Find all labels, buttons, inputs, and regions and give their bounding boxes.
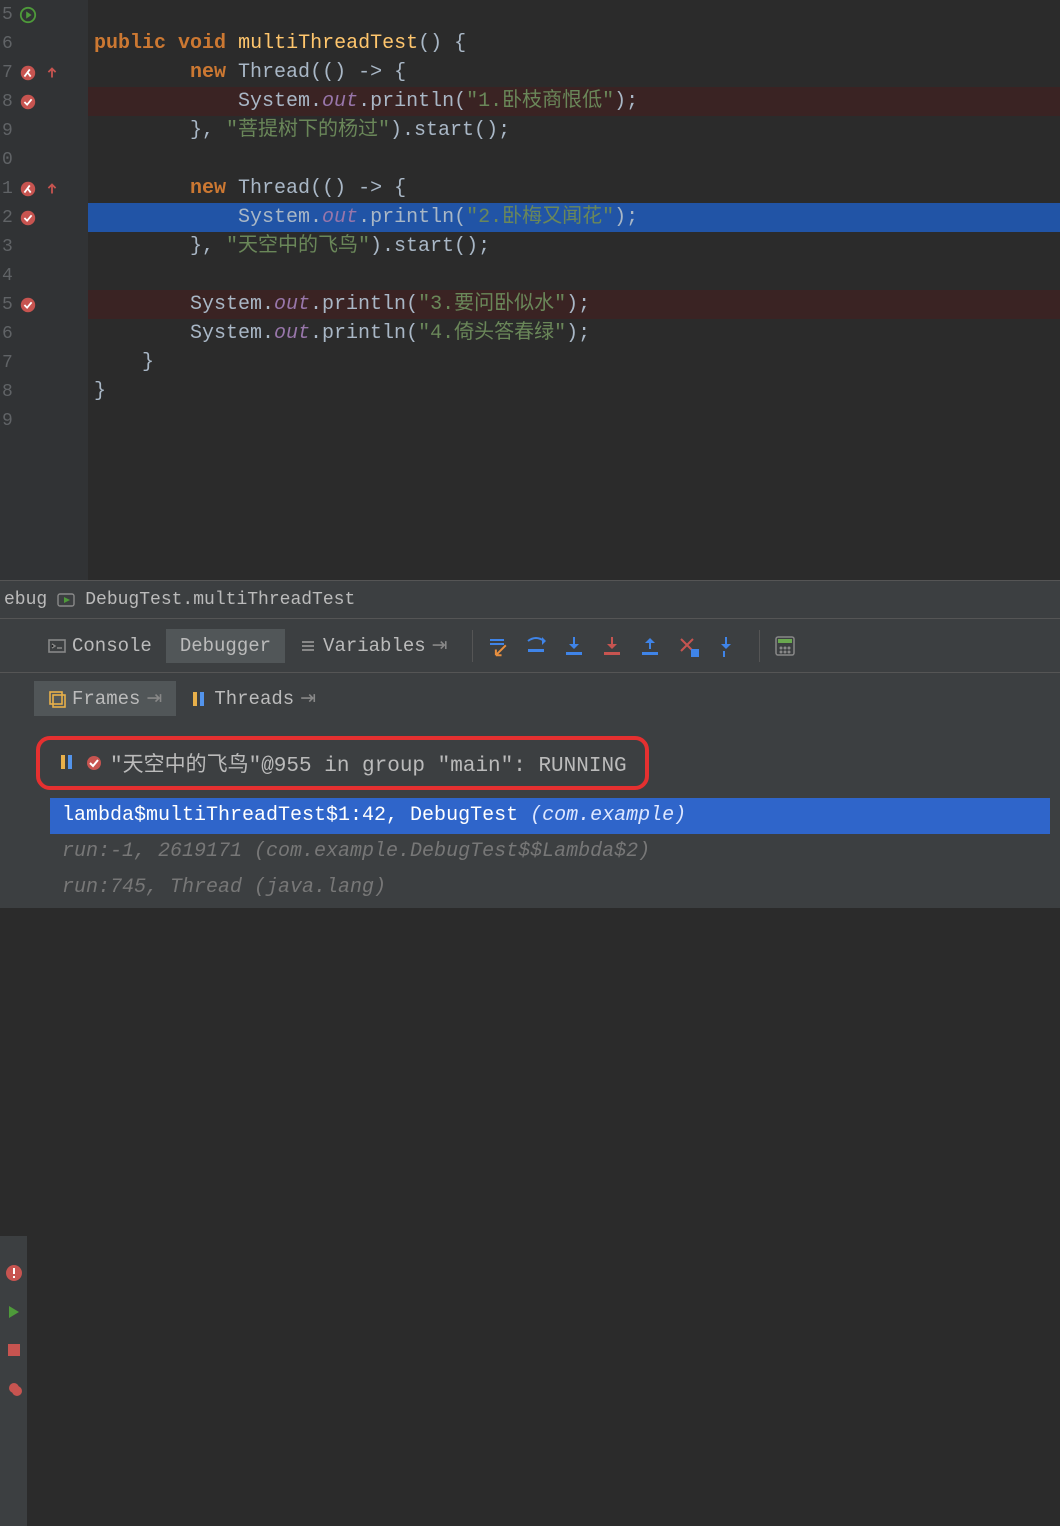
frames-icon (48, 690, 66, 708)
line-num: 5 (2, 295, 13, 315)
warning-icon[interactable] (5, 1264, 23, 1282)
current-thread-label: "天空中的飞鸟"@955 in group "main": RUNNING (110, 748, 627, 778)
pin-icon: ⇥ (146, 687, 162, 710)
tab-variables[interactable]: Variables ⇥ (285, 628, 462, 663)
debug-side-strip (0, 1236, 28, 1526)
code-line: System.out.println("2.卧梅又闻花"); (88, 203, 1060, 232)
code-line: } (88, 377, 1060, 406)
code-line: } (88, 348, 1060, 377)
tab-debugger[interactable]: Debugger (166, 629, 285, 663)
lambda-gutter-icon[interactable] (19, 64, 37, 82)
stop-icon[interactable] (6, 1342, 22, 1358)
view-breakpoints-icon[interactable] (6, 1380, 22, 1396)
up-arrow-icon (43, 180, 61, 198)
pin-icon: ⇥ (300, 687, 316, 710)
code-line: System.out.println("3.要问卧似水"); (88, 290, 1060, 319)
breakpoint-check-icon (86, 755, 102, 771)
up-arrow-icon (43, 64, 61, 82)
step-into-button[interactable] (559, 631, 589, 661)
tab-console[interactable]: Console (34, 629, 166, 663)
debug-titlebar: ebug DebugTest.multiThreadTest (0, 580, 1060, 618)
line-num: 6 (2, 324, 13, 344)
step-out-button[interactable] (635, 631, 665, 661)
evaluate-expression-button[interactable] (770, 631, 800, 661)
code-area[interactable]: public void multiThreadTest() { new Thre… (88, 0, 1060, 580)
code-line: new Thread(() -> { (88, 174, 1060, 203)
lambda-gutter-icon[interactable] (19, 180, 37, 198)
line-num: 1 (2, 179, 13, 199)
show-execution-point-button[interactable] (483, 631, 513, 661)
tab-frames[interactable]: Frames ⇥ (34, 681, 176, 716)
run-icon[interactable] (19, 6, 37, 24)
threads-icon (190, 690, 208, 708)
debug-toolbar: Console Debugger Variables ⇥ (0, 618, 1060, 672)
code-editor[interactable]: 5 6 7 8 9 0 1 2 3 4 5 6 7 8 9 public voi… (0, 0, 1060, 580)
code-line: System.out.println("4.倚头答春绿"); (88, 319, 1060, 348)
line-num: 5 (2, 5, 13, 25)
threads-tabs: Frames ⇥ Threads ⇥ (0, 672, 1060, 724)
code-line: }, "菩提树下的杨过").start(); (88, 116, 1060, 145)
line-num: 4 (2, 266, 13, 286)
resume-icon[interactable] (6, 1304, 22, 1320)
tab-threads[interactable]: Threads ⇥ (176, 681, 330, 716)
force-step-into-button[interactable] (597, 631, 627, 661)
line-num: 8 (2, 382, 13, 402)
stack-frame[interactable]: lambda$multiThreadTest$1:42, DebugTest (… (50, 798, 1050, 834)
drop-frame-button[interactable] (673, 631, 703, 661)
breakpoint-icon[interactable] (19, 93, 37, 111)
line-num: 9 (2, 411, 13, 431)
code-line: }, "天空中的飞鸟").start(); (88, 232, 1060, 261)
debug-config-icon[interactable] (55, 589, 77, 611)
step-over-button[interactable] (521, 631, 551, 661)
debug-target: DebugTest.multiThreadTest (85, 590, 355, 610)
line-num: 2 (2, 208, 13, 228)
line-num: 0 (2, 150, 13, 170)
debug-label: ebug (4, 590, 47, 610)
run-to-cursor-button[interactable] (711, 631, 741, 661)
code-line: System.out.println("1.卧枝商恨低"); (88, 87, 1060, 116)
frames-list: lambda$multiThreadTest$1:42, DebugTest (… (0, 798, 1060, 906)
line-num: 3 (2, 237, 13, 257)
current-thread-selector[interactable]: "天空中的飞鸟"@955 in group "main": RUNNING (36, 736, 649, 790)
line-num: 8 (2, 92, 13, 112)
line-num: 7 (2, 63, 13, 83)
pin-icon: ⇥ (432, 634, 448, 657)
line-num: 7 (2, 353, 13, 373)
code-line: new Thread(() -> { (88, 58, 1060, 87)
line-num: 6 (2, 34, 13, 54)
stack-frame[interactable]: run:-1, 2619171 (com.example.DebugTest$$… (50, 834, 1050, 870)
console-icon (48, 637, 66, 655)
line-num: 9 (2, 121, 13, 141)
breakpoint-icon[interactable] (19, 296, 37, 314)
gutter: 5 6 7 8 9 0 1 2 3 4 5 6 7 8 9 (0, 0, 88, 580)
code-line: public void multiThreadTest() { (88, 29, 1060, 58)
variables-icon (299, 637, 317, 655)
stack-frame[interactable]: run:745, Thread (java.lang) (50, 870, 1050, 906)
thread-icon (58, 753, 78, 773)
breakpoint-icon[interactable] (19, 209, 37, 227)
